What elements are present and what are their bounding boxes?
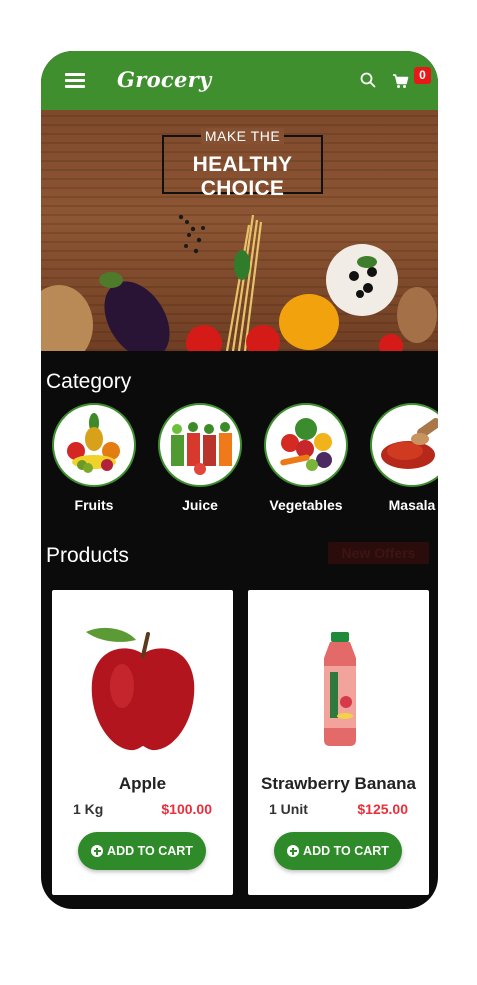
new-offers-button[interactable]: New Offers [328, 542, 429, 564]
juice-bottle-image[interactable] [318, 632, 362, 748]
apple-image[interactable] [82, 624, 204, 756]
add-to-cart-button[interactable]: ADD TO CART [78, 832, 206, 870]
category-item-masala[interactable]: Masala [370, 403, 438, 513]
category-item-juice[interactable]: Juice [158, 403, 242, 513]
product-price: $100.00 [161, 801, 212, 817]
hamburger-menu-icon[interactable] [65, 73, 85, 89]
add-to-cart-button[interactable]: ADD TO CART [274, 832, 402, 870]
promo-banner[interactable]: MAKE THE HEALTHY CHOICE [41, 110, 438, 351]
category-item-fruits[interactable]: Fruits [52, 403, 136, 513]
add-to-cart-label: ADD TO CART [107, 844, 193, 858]
category-item-vegetables[interactable]: Vegetables [264, 403, 348, 513]
app-screen: Grocery 0 MAKE THE HEALTHY CHOICE Catego… [41, 51, 438, 909]
shopping-cart-icon[interactable] [392, 73, 409, 89]
product-name: Apple [118, 774, 167, 793]
category-label: Vegetables [269, 497, 343, 513]
app-bar: Grocery 0 [41, 51, 438, 110]
banner-headline: HEALTHY CHOICE [192, 153, 293, 200]
product-card-apple[interactable]: Apple 1 Kg $100.00 ADD TO CART [52, 590, 233, 895]
product-unit: 1 Unit [269, 801, 308, 817]
product-name: Strawberry Banana [261, 774, 416, 793]
app-logo: Grocery [117, 67, 212, 92]
add-circle-icon [91, 845, 104, 857]
juice-image[interactable] [158, 403, 242, 487]
add-to-cart-label: ADD TO CART [303, 844, 389, 858]
product-card-strawberry-banana[interactable]: Strawberry Banana 1 Unit $125.00 ADD TO … [248, 590, 429, 895]
masala-image[interactable] [370, 403, 438, 487]
add-circle-icon [287, 845, 300, 857]
banner-text-frame: MAKE THE HEALTHY CHOICE [162, 128, 323, 200]
category-label: Juice [182, 497, 218, 513]
vegetables-image[interactable] [264, 403, 348, 487]
cart-count-badge: 0 [414, 67, 431, 84]
category-label: Masala [388, 497, 436, 513]
products-heading: Products [46, 544, 129, 567]
banner-tagline: MAKE THE [200, 128, 285, 144]
category-label: Fruits [74, 497, 114, 513]
product-price: $125.00 [357, 801, 408, 817]
category-heading: Category [46, 370, 132, 393]
fruits-image[interactable] [52, 403, 136, 487]
product-unit: 1 Kg [73, 801, 104, 817]
search-icon[interactable] [360, 72, 376, 88]
